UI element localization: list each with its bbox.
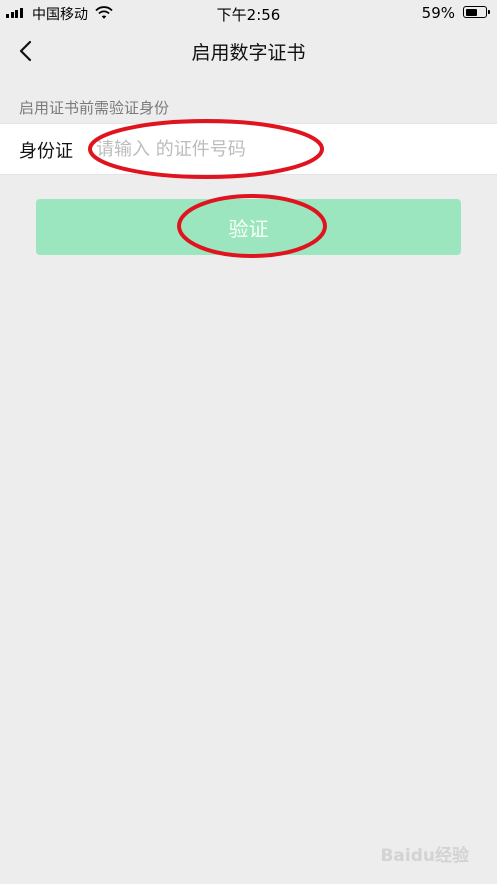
id-number-input[interactable]	[96, 132, 476, 166]
battery-level-fill	[465, 8, 477, 16]
section-hint: 启用证书前需验证身份	[19, 99, 170, 117]
battery-icon	[463, 6, 490, 18]
nav-bar: 启用数字证书	[0, 26, 497, 76]
battery-percent: 59%	[421, 4, 455, 22]
id-card-label: 身份证	[19, 141, 73, 162]
status-bar: 中国移动 下午2:56 59%	[0, 0, 497, 26]
page-title: 启用数字证书	[191, 42, 306, 64]
verify-button[interactable]: 验证	[36, 199, 461, 255]
id-card-row: 身份证	[0, 123, 497, 175]
baidu-watermark: Baidu经验	[380, 846, 469, 866]
